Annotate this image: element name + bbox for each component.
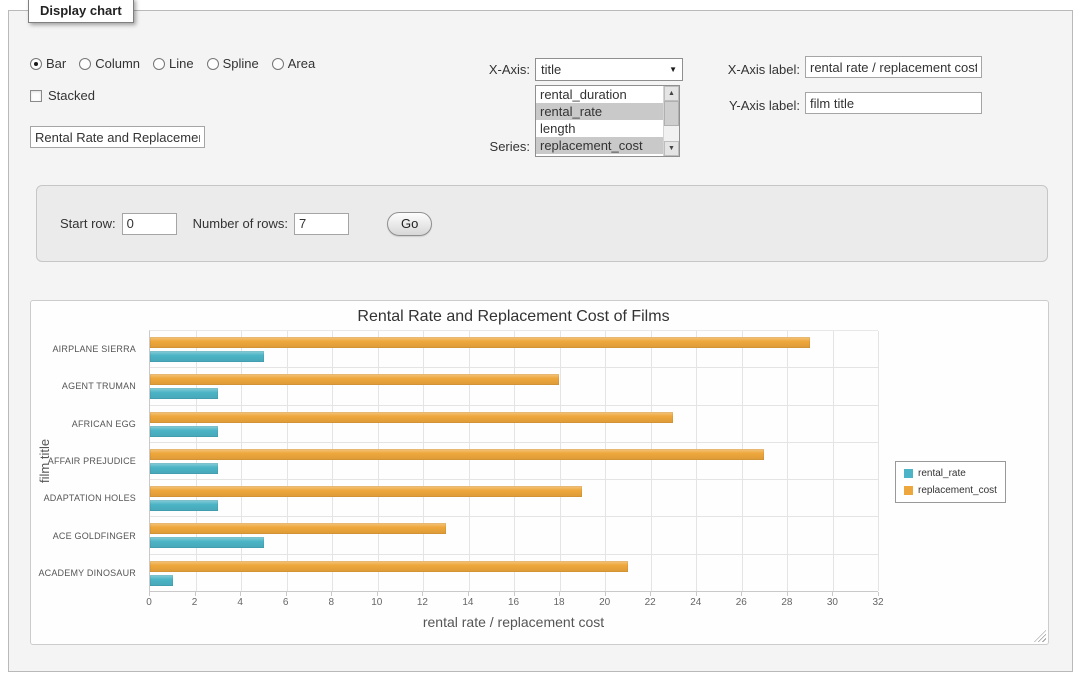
category-label: AFFAIR PREJUDICE bbox=[31, 442, 143, 479]
gridline bbox=[878, 331, 879, 591]
y-axis-label-label: Y-Axis label: bbox=[9, 98, 800, 113]
tick-mark bbox=[149, 592, 150, 596]
category-band bbox=[150, 406, 878, 443]
tick-mark bbox=[650, 592, 651, 596]
tick-mark bbox=[741, 592, 742, 596]
fieldset-legend: Display chart bbox=[28, 0, 134, 23]
x-tick-label: 4 bbox=[237, 597, 243, 608]
category-band bbox=[150, 331, 878, 368]
start-row-label: Start row: bbox=[60, 216, 116, 231]
chart-legend: rental_rate replacement_cost bbox=[895, 461, 1006, 503]
legend-swatch bbox=[904, 469, 913, 478]
y-axis-label-input[interactable] bbox=[805, 92, 982, 114]
x-tick-label: 28 bbox=[781, 597, 792, 608]
bar-replacement_cost bbox=[150, 374, 559, 385]
series-scrollbar[interactable]: ▲ ▼ bbox=[663, 86, 679, 156]
rows-panel: Start row: Number of rows: Go bbox=[36, 185, 1048, 262]
chart-panel: Rental Rate and Replacement Cost of Film… bbox=[30, 300, 1049, 645]
bar-replacement_cost bbox=[150, 449, 764, 460]
tick-mark bbox=[468, 592, 469, 596]
category-band bbox=[150, 555, 878, 591]
x-tick-label: 30 bbox=[827, 597, 838, 608]
tick-mark bbox=[514, 592, 515, 596]
legend-label: replacement_cost bbox=[918, 485, 997, 496]
bar-rental_rate bbox=[150, 575, 173, 586]
series-option-length[interactable]: length bbox=[536, 120, 663, 137]
resize-handle-icon[interactable] bbox=[1034, 630, 1046, 642]
tick-mark bbox=[832, 592, 833, 596]
bar-replacement_cost bbox=[150, 337, 810, 348]
bar-rental_rate bbox=[150, 500, 218, 511]
tick-mark bbox=[422, 592, 423, 596]
legend-item-replacement_cost[interactable]: replacement_cost bbox=[904, 485, 997, 496]
series-listbox[interactable]: rental_durationrental_ratelengthreplacem… bbox=[535, 85, 680, 157]
legend-swatch bbox=[904, 486, 913, 495]
category-band bbox=[150, 517, 878, 554]
display-chart-fieldset: Display chart BarColumnLineSplineArea St… bbox=[8, 10, 1073, 672]
series-option-replacement_cost[interactable]: replacement_cost bbox=[536, 137, 663, 154]
x-tick-label: 20 bbox=[599, 597, 610, 608]
start-row-input[interactable] bbox=[122, 213, 177, 235]
x-tick-label: 8 bbox=[328, 597, 334, 608]
tick-mark bbox=[195, 592, 196, 596]
category-labels: AIRPLANE SIERRAAGENT TRUMANAFRICAN EGGAF… bbox=[31, 330, 143, 592]
x-tick-label: 18 bbox=[554, 597, 565, 608]
x-axis-ticks: 02468101214161820222426283032 bbox=[149, 592, 878, 610]
x-tick-label: 22 bbox=[645, 597, 656, 608]
x-axis-label-input[interactable] bbox=[805, 56, 982, 78]
x-tick-label: 6 bbox=[283, 597, 289, 608]
tick-mark bbox=[331, 592, 332, 596]
tick-mark bbox=[240, 592, 241, 596]
chart-title: Rental Rate and Replacement Cost of Film… bbox=[149, 308, 878, 326]
bar-replacement_cost bbox=[150, 412, 673, 423]
category-label: AFRICAN EGG bbox=[31, 405, 143, 442]
bar-replacement_cost bbox=[150, 523, 446, 534]
series-listbox-label: Series: bbox=[9, 139, 530, 154]
bar-replacement_cost bbox=[150, 561, 628, 572]
number-of-rows-label: Number of rows: bbox=[193, 216, 288, 231]
category-band bbox=[150, 480, 878, 517]
x-tick-label: 14 bbox=[462, 597, 473, 608]
x-tick-label: 2 bbox=[192, 597, 198, 608]
x-tick-label: 24 bbox=[690, 597, 701, 608]
x-axis-title: rental rate / replacement cost bbox=[149, 614, 878, 630]
bar-rental_rate bbox=[150, 351, 264, 362]
tick-mark bbox=[878, 592, 879, 596]
bar-replacement_cost bbox=[150, 486, 582, 497]
category-label: ACE GOLDFINGER bbox=[31, 517, 143, 554]
bar-rental_rate bbox=[150, 388, 218, 399]
bar-rental_rate bbox=[150, 537, 264, 548]
scroll-down-icon[interactable]: ▼ bbox=[664, 141, 679, 156]
x-tick-label: 0 bbox=[146, 597, 152, 608]
number-of-rows-input[interactable] bbox=[294, 213, 349, 235]
bar-rental_rate bbox=[150, 426, 218, 437]
tick-mark bbox=[286, 592, 287, 596]
tick-mark bbox=[605, 592, 606, 596]
bar-rental_rate bbox=[150, 463, 218, 474]
x-tick-label: 10 bbox=[371, 597, 382, 608]
legend-label: rental_rate bbox=[918, 468, 966, 479]
category-label: ACADEMY DINOSAUR bbox=[31, 555, 143, 592]
category-label: AIRPLANE SIERRA bbox=[31, 330, 143, 367]
series-options: rental_durationrental_ratelengthreplacem… bbox=[536, 86, 663, 156]
go-button[interactable]: Go bbox=[387, 212, 432, 236]
category-band bbox=[150, 443, 878, 480]
category-label: ADAPTATION HOLES bbox=[31, 480, 143, 517]
x-tick-label: 16 bbox=[508, 597, 519, 608]
tick-mark bbox=[559, 592, 560, 596]
x-tick-label: 12 bbox=[417, 597, 428, 608]
tick-mark bbox=[696, 592, 697, 596]
tick-mark bbox=[787, 592, 788, 596]
legend-item-rental_rate[interactable]: rental_rate bbox=[904, 468, 997, 479]
category-band bbox=[150, 368, 878, 405]
category-label: AGENT TRUMAN bbox=[31, 367, 143, 404]
tick-mark bbox=[377, 592, 378, 596]
x-axis-label-label: X-Axis label: bbox=[9, 62, 800, 77]
plot-area bbox=[149, 330, 878, 592]
x-tick-label: 32 bbox=[872, 597, 883, 608]
x-tick-label: 26 bbox=[736, 597, 747, 608]
